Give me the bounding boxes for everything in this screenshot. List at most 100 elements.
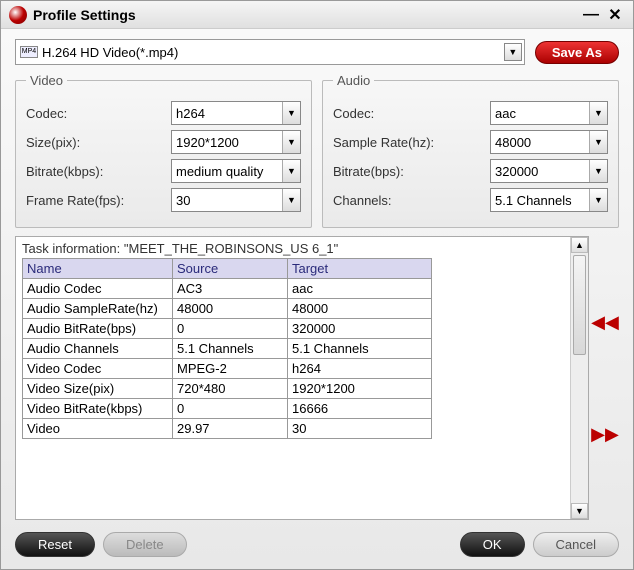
video-codec-select[interactable]: h264 ▼ <box>171 101 301 125</box>
video-legend: Video <box>26 73 67 88</box>
cell-target: 320000 <box>288 319 432 339</box>
video-size-label: Size(pix): <box>26 135 165 150</box>
task-nav: ◀◀ ▶▶ <box>591 236 619 520</box>
cell-source: AC3 <box>173 279 288 299</box>
table-row: Video29.9730 <box>23 419 432 439</box>
cell-target: 30 <box>288 419 432 439</box>
cell-target: 16666 <box>288 399 432 419</box>
audio-bitrate-select[interactable]: 320000 ▼ <box>490 159 608 183</box>
delete-button[interactable]: Delete <box>103 532 187 557</box>
save-as-button[interactable]: Save As <box>535 41 619 64</box>
table-row: Audio CodecAC3aac <box>23 279 432 299</box>
cell-source: 720*480 <box>173 379 288 399</box>
table-row: Video Size(pix)720*4801920*1200 <box>23 379 432 399</box>
cancel-button[interactable]: Cancel <box>533 532 619 557</box>
vertical-scrollbar[interactable]: ▲ ▼ <box>570 237 588 519</box>
audio-codec-value: aac <box>491 106 589 121</box>
minimize-button[interactable]: — <box>581 5 601 25</box>
close-button[interactable]: ✕ <box>605 5 625 25</box>
task-info-header: Task information: "MEET_THE_ROBINSONS_US… <box>22 241 564 256</box>
table-row: Audio BitRate(bps)0320000 <box>23 319 432 339</box>
settings-panels: Video Codec: h264 ▼ Size(pix): 1920*1200… <box>15 73 619 228</box>
table-row: Audio Channels5.1 Channels5.1 Channels <box>23 339 432 359</box>
profile-select[interactable]: MP4 H.264 HD Video(*.mp4) ▼ <box>15 39 525 65</box>
cell-name: Audio Channels <box>23 339 173 359</box>
scroll-down-icon[interactable]: ▼ <box>571 503 588 519</box>
cell-source: 5.1 Channels <box>173 339 288 359</box>
cell-target: h264 <box>288 359 432 379</box>
cell-source: MPEG-2 <box>173 359 288 379</box>
cell-name: Audio BitRate(bps) <box>23 319 173 339</box>
task-info-area: Task information: "MEET_THE_ROBINSONS_US… <box>15 236 589 520</box>
profile-settings-window: Profile Settings — ✕ MP4 H.264 HD Video(… <box>0 0 634 570</box>
cell-target: aac <box>288 279 432 299</box>
audio-legend: Audio <box>333 73 374 88</box>
col-source: Source <box>173 259 288 279</box>
cell-target: 48000 <box>288 299 432 319</box>
audio-panel: Audio Codec: aac ▼ Sample Rate(hz): 4800… <box>322 73 619 228</box>
cell-name: Video Codec <box>23 359 173 379</box>
video-codec-value: h264 <box>172 106 282 121</box>
cell-source: 48000 <box>173 299 288 319</box>
video-size-value: 1920*1200 <box>172 135 282 150</box>
video-codec-label: Codec: <box>26 106 165 121</box>
cell-target: 1920*1200 <box>288 379 432 399</box>
reset-button[interactable]: Reset <box>15 532 95 557</box>
ok-button[interactable]: OK <box>460 532 525 557</box>
video-panel: Video Codec: h264 ▼ Size(pix): 1920*1200… <box>15 73 312 228</box>
audio-bitrate-label: Bitrate(bps): <box>333 164 484 179</box>
cell-name: Video <box>23 419 173 439</box>
video-framerate-label: Frame Rate(fps): <box>26 193 165 208</box>
audio-samplerate-label: Sample Rate(hz): <box>333 135 484 150</box>
video-framerate-value: 30 <box>172 193 282 208</box>
chevron-down-icon[interactable]: ▼ <box>282 160 300 182</box>
table-row: Video CodecMPEG-2h264 <box>23 359 432 379</box>
profile-row: MP4 H.264 HD Video(*.mp4) ▼ Save As <box>15 39 619 65</box>
scroll-up-icon[interactable]: ▲ <box>571 237 588 253</box>
task-info-name: "MEET_THE_ROBINSONS_US 6_1" <box>124 241 338 256</box>
task-info-scroll: Task information: "MEET_THE_ROBINSONS_US… <box>16 237 570 519</box>
cell-name: Video Size(pix) <box>23 379 173 399</box>
chevron-down-icon[interactable]: ▼ <box>589 102 607 124</box>
task-info-table: Name Source Target Audio CodecAC3aacAudi… <box>22 258 432 439</box>
video-framerate-select[interactable]: 30 ▼ <box>171 188 301 212</box>
format-icon: MP4 <box>20 46 38 58</box>
video-size-select[interactable]: 1920*1200 ▼ <box>171 130 301 154</box>
audio-codec-select[interactable]: aac ▼ <box>490 101 608 125</box>
audio-channels-value: 5.1 Channels <box>491 193 589 208</box>
chevron-down-icon[interactable]: ▼ <box>589 160 607 182</box>
chevron-down-icon[interactable]: ▼ <box>504 43 522 61</box>
scroll-thumb[interactable] <box>573 255 586 355</box>
task-info-prefix: Task information: <box>22 241 124 256</box>
profile-selected-text: H.264 HD Video(*.mp4) <box>42 45 504 60</box>
audio-channels-label: Channels: <box>333 193 484 208</box>
cell-name: Audio Codec <box>23 279 173 299</box>
audio-codec-label: Codec: <box>333 106 484 121</box>
prev-task-button[interactable]: ◀◀ <box>591 312 619 333</box>
cell-source: 29.97 <box>173 419 288 439</box>
table-row: Audio SampleRate(hz)4800048000 <box>23 299 432 319</box>
cell-name: Video BitRate(kbps) <box>23 399 173 419</box>
cell-target: 5.1 Channels <box>288 339 432 359</box>
chevron-down-icon[interactable]: ▼ <box>589 189 607 211</box>
video-bitrate-select[interactable]: medium quality ▼ <box>171 159 301 183</box>
video-bitrate-label: Bitrate(kbps): <box>26 164 165 179</box>
col-target: Target <box>288 259 432 279</box>
chevron-down-icon[interactable]: ▼ <box>282 189 300 211</box>
table-row: Video BitRate(kbps)016666 <box>23 399 432 419</box>
audio-bitrate-value: 320000 <box>491 164 589 179</box>
window-title: Profile Settings <box>33 7 577 23</box>
chevron-down-icon[interactable]: ▼ <box>282 131 300 153</box>
titlebar: Profile Settings — ✕ <box>1 1 633 29</box>
cell-name: Audio SampleRate(hz) <box>23 299 173 319</box>
audio-samplerate-select[interactable]: 48000 ▼ <box>490 130 608 154</box>
app-icon <box>9 6 27 24</box>
audio-samplerate-value: 48000 <box>491 135 589 150</box>
next-task-button[interactable]: ▶▶ <box>591 424 619 445</box>
chevron-down-icon[interactable]: ▼ <box>589 131 607 153</box>
col-name: Name <box>23 259 173 279</box>
cell-source: 0 <box>173 399 288 419</box>
footer: Reset Delete OK Cancel <box>1 524 633 569</box>
audio-channels-select[interactable]: 5.1 Channels ▼ <box>490 188 608 212</box>
chevron-down-icon[interactable]: ▼ <box>282 102 300 124</box>
